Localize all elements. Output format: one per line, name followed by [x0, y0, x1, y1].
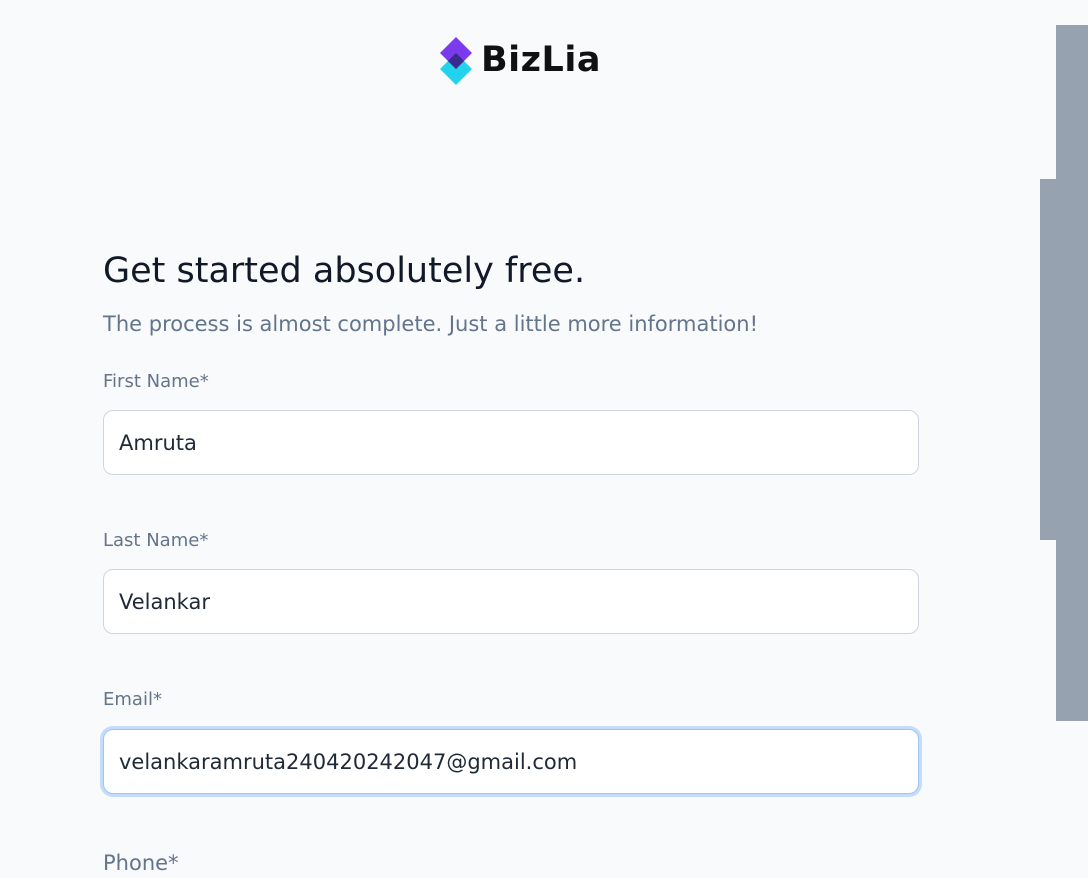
- brand-logo[interactable]: BizLia: [439, 35, 601, 85]
- last-name-field[interactable]: [103, 569, 919, 634]
- logo-mark-icon: [440, 37, 472, 85]
- side-panel-tab: [1040, 179, 1088, 540]
- page-title: Get started absolutely free.: [103, 251, 586, 291]
- last-name-label: Last Name*: [103, 530, 209, 551]
- first-name-label: First Name*: [103, 371, 209, 392]
- page-subtitle: The process is almost complete. Just a l…: [103, 312, 759, 336]
- email-label: Email*: [103, 689, 162, 710]
- phone-label: Phone*: [103, 851, 179, 875]
- email-field[interactable]: [103, 729, 919, 794]
- first-name-field[interactable]: [103, 410, 919, 475]
- brand-name: BizLia: [481, 40, 601, 80]
